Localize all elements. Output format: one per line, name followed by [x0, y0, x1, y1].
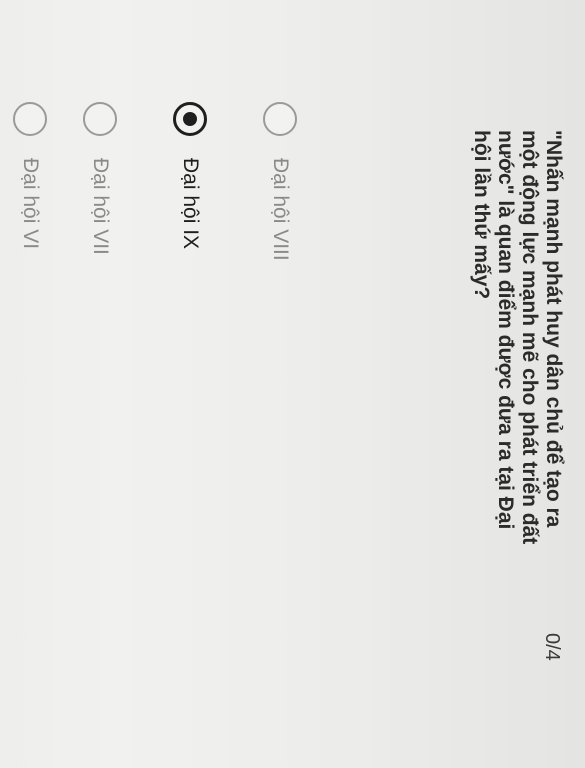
option-dai-hoi-vii[interactable]: Đại hội VII: [80, 102, 120, 255]
quiz-stage: "Nhấn mạnh phát huy dân chủ để tạo ra mộ…: [0, 0, 585, 768]
option-dai-hoi-viii[interactable]: Đại hội VIII: [260, 102, 300, 261]
radio-checked-icon[interactable]: [173, 102, 207, 136]
option-label: Đại hội VIII: [269, 158, 292, 261]
option-dai-hoi-vi[interactable]: Đại hội VI: [10, 102, 50, 249]
radio-unchecked-icon[interactable]: [263, 102, 297, 136]
option-label: Đại hội VII: [89, 158, 112, 255]
question-card: "Nhấn mạnh phát huy dân chủ để tạo ra mộ…: [0, 0, 585, 768]
radio-unchecked-icon[interactable]: [83, 102, 117, 136]
option-dai-hoi-ix[interactable]: Đại hội IX: [170, 102, 210, 249]
radio-unchecked-icon[interactable]: [13, 102, 47, 136]
option-label: Đại hội VI: [19, 158, 42, 250]
option-label: Đại hội IX: [179, 158, 202, 250]
question-text: "Nhấn mạnh phát huy dân chủ để tạo ra mộ…: [470, 130, 565, 545]
score-badge: 0/4: [541, 633, 563, 661]
